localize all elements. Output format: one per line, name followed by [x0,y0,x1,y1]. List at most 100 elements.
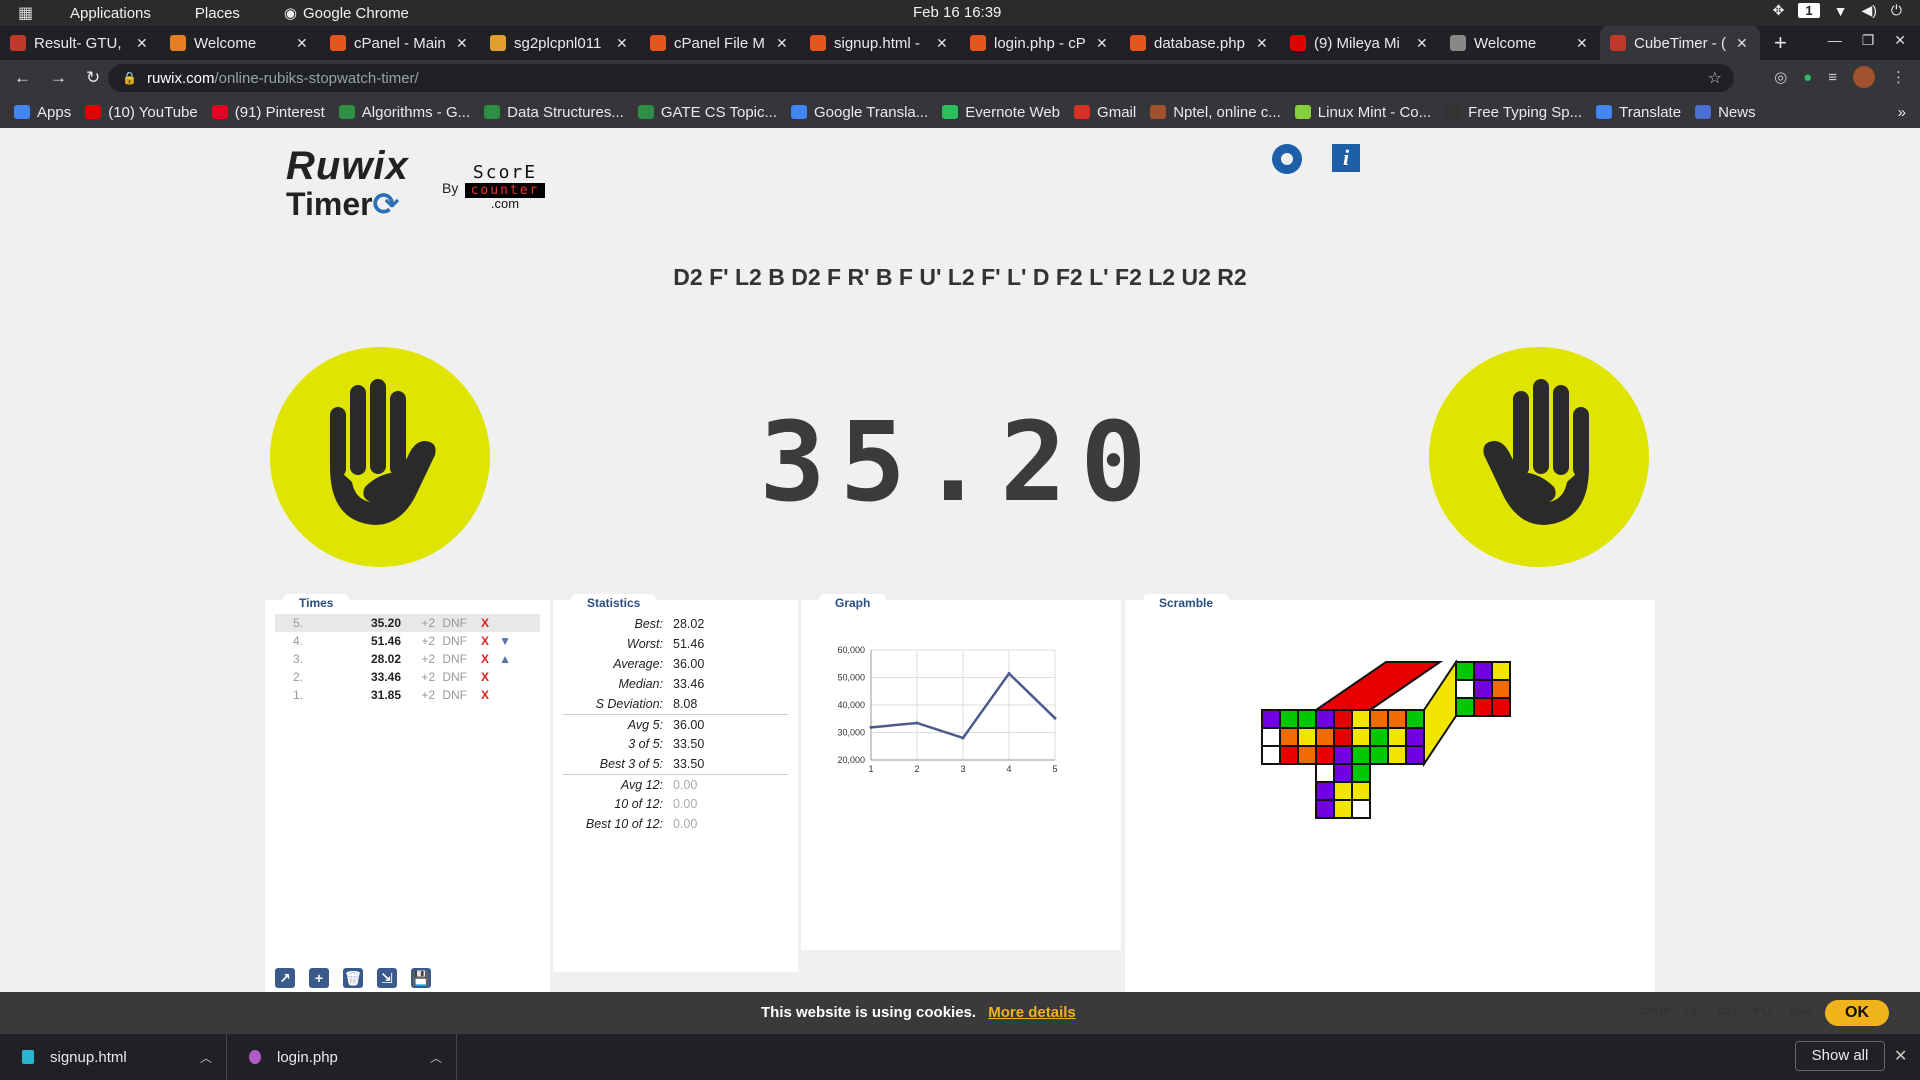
chrome-app-menu[interactable]: ◉ Google Chrome [284,4,409,23]
tab-close-icon[interactable]: ✕ [1576,35,1590,52]
delete-time-button[interactable]: X [467,616,489,630]
new-tab-button[interactable]: + [1774,30,1787,56]
time-row[interactable]: 3. 28.02 +2 DNF X ▲ [275,650,540,668]
browser-tab[interactable]: login.php - cP ✕ [960,26,1120,60]
workspace-indicator[interactable]: 1 [1798,3,1820,18]
time-row[interactable]: 4. 51.46 +2 DNF X ▼ [275,632,540,650]
bookmark-item[interactable]: News [1695,104,1756,121]
tab-close-icon[interactable]: ✕ [616,35,630,52]
delete-time-button[interactable]: X [467,688,489,702]
browser-tab[interactable]: database.php ✕ [1120,26,1280,60]
bookmark-item[interactable]: (10) YouTube [85,104,198,121]
profile-avatar[interactable] [1853,66,1875,88]
tab-close-icon[interactable]: ✕ [1736,35,1750,52]
wifi-icon[interactable]: ▼ [1834,3,1848,19]
network-app-icon[interactable]: ✥ [1773,2,1785,19]
places-menu[interactable]: Places [195,5,240,22]
time-row[interactable]: 2. 33.46 +2 DNF X [275,668,540,686]
time-row[interactable]: 1. 31.85 +2 DNF X [275,686,540,704]
time-row[interactable]: 5. 35.20 +2 DNF X [275,614,540,632]
bookmarks-overflow-icon[interactable]: » [1898,104,1906,121]
browser-tab[interactable]: CubeTimer - (✕ [1600,26,1760,60]
bookmark-item[interactable]: Algorithms - G... [338,104,470,121]
clock[interactable]: Feb 16 16:39 [913,4,1001,21]
close-window-icon[interactable]: ✕ [1894,32,1906,49]
plus2-toggle[interactable]: +2 [401,652,435,666]
bookmark-item[interactable]: Nptel, online c... [1150,104,1281,121]
method-link[interactable]: PLL [1754,1006,1775,1018]
add-time-icon[interactable]: + [309,968,329,988]
bookmark-item[interactable]: Data Structures... [484,104,624,121]
method-link[interactable]: Solv [1789,1006,1812,1018]
media-control-icon[interactable]: ≡ [1828,69,1837,86]
export-icon[interactable]: ⇲ [377,968,397,988]
ruwix-logo[interactable]: Ruwix Timer⟳ [286,144,409,223]
method-link[interactable]: CFOP [1640,1006,1671,1018]
address-bar[interactable]: 🔒 ruwix.com /online-rubiks-stopwatch-tim… [108,64,1734,92]
dnf-toggle[interactable]: DNF [435,634,467,648]
download-item[interactable]: login.php ︿ [227,1034,457,1080]
browser-tab[interactable]: Result- GTU, ✕ [0,26,160,60]
delete-time-button[interactable]: X [467,634,489,648]
browser-tab[interactable]: cPanel - Main ✕ [320,26,480,60]
plus2-toggle[interactable]: +2 [401,634,435,648]
tab-close-icon[interactable]: ✕ [1256,35,1270,52]
extension-icon[interactable]: ◎ [1774,68,1787,86]
tab-close-icon[interactable]: ✕ [936,35,950,52]
tab-close-icon[interactable]: ✕ [1096,35,1110,52]
bookmark-item[interactable]: Gmail [1074,104,1136,121]
browser-tab[interactable]: sg2plcpnl011 ✕ [480,26,640,60]
save-icon[interactable]: 💾 [411,968,431,988]
chart-icon[interactable]: ↗ [275,968,295,988]
lock-icon[interactable]: 🔒 [122,71,137,85]
tab-close-icon[interactable]: ✕ [1416,35,1430,52]
chrome-menu-icon[interactable]: ⋮ [1891,68,1906,86]
browser-tab[interactable]: Welcome ✕ [1440,26,1600,60]
scorecounter-logo[interactable]: ScorE counter .com [465,162,545,211]
bookmark-item[interactable]: Free Typing Sp... [1445,104,1582,121]
bookmark-item[interactable]: Linux Mint - Co... [1294,104,1431,121]
bookmark-star-icon[interactable]: ☆ [1708,68,1722,88]
reload-icon[interactable]: ↻ [86,68,108,88]
method-link[interactable]: F2L [1685,1006,1705,1018]
power-icon[interactable]: ⏻ [1891,2,1902,19]
delete-time-button[interactable]: X [467,670,489,684]
chevron-up-icon[interactable]: ︿ [200,1049,212,1066]
plus2-toggle[interactable]: +2 [401,616,435,630]
apps-grid-icon[interactable]: ▦ [18,3,48,23]
bookmark-item[interactable]: (91) Pinterest [211,104,325,121]
cookie-more-details-link[interactable]: More details [988,1004,1076,1021]
bookmark-item[interactable]: Translate [1596,104,1681,121]
right-hand-pad[interactable] [1429,347,1649,567]
browser-tab[interactable]: (9) Mileya Mi ✕ [1280,26,1440,60]
browser-tab[interactable]: cPanel File M ✕ [640,26,800,60]
minimize-icon[interactable]: — [1828,32,1842,49]
plus2-toggle[interactable]: +2 [401,688,435,702]
tab-close-icon[interactable]: ✕ [776,35,790,52]
dnf-toggle[interactable]: DNF [435,616,467,630]
close-downloads-icon[interactable]: ✕ [1894,1046,1907,1066]
bookmark-item[interactable]: Evernote Web [942,104,1060,121]
back-icon[interactable]: ← [14,68,36,88]
tab-close-icon[interactable]: ✕ [456,35,470,52]
settings-gear-icon[interactable] [1272,144,1302,174]
dnf-toggle[interactable]: DNF [435,670,467,684]
bookmark-item[interactable]: Google Transla... [791,104,928,121]
applications-menu[interactable]: Applications [70,5,151,22]
dnf-toggle[interactable]: DNF [435,688,467,702]
forward-icon[interactable]: → [50,68,72,88]
method-link[interactable]: OLL [1718,1006,1740,1018]
evernote-extension-icon[interactable]: ● [1803,69,1812,86]
tab-close-icon[interactable]: ✕ [136,35,150,52]
maximize-icon[interactable]: ❐ [1862,32,1875,49]
cookie-ok-button[interactable]: OK [1825,1000,1889,1026]
bookmark-item[interactable]: Apps [14,104,71,121]
plus2-toggle[interactable]: +2 [401,670,435,684]
tab-close-icon[interactable]: ✕ [296,35,310,52]
bookmark-item[interactable]: GATE CS Topic... [637,104,777,121]
browser-tab[interactable]: Welcome ✕ [160,26,320,60]
show-all-downloads-button[interactable]: Show all [1795,1041,1885,1071]
info-icon[interactable]: i [1332,144,1360,172]
chevron-up-icon[interactable]: ︿ [430,1049,442,1066]
volume-icon[interactable]: ◀) [1861,2,1876,19]
